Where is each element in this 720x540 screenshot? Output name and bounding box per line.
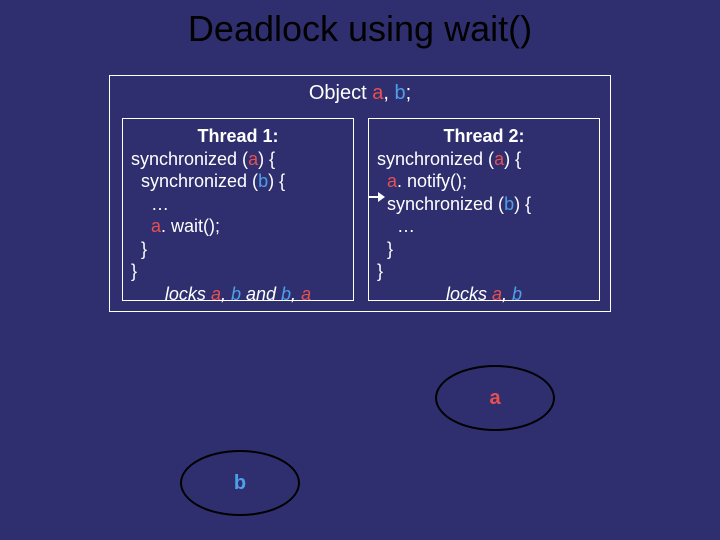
ellipse-a: a <box>435 365 555 431</box>
object-prefix: Object <box>309 82 372 104</box>
thread1-heading: Thread 1: <box>131 125 345 148</box>
object-b: b <box>394 82 405 104</box>
t2-line4: … <box>377 215 591 238</box>
object-a: a <box>372 82 383 104</box>
t1-line2: synchronized (b) { <box>131 170 345 193</box>
t1-locks: locks a, b and b, a <box>131 283 345 306</box>
thread2-heading: Thread 2: <box>377 125 591 148</box>
t1-line4: a. wait(); <box>131 215 345 238</box>
thread2-box: Thread 2: synchronized (a) { a. notify()… <box>368 118 600 301</box>
ellipse-b-label: b <box>234 472 246 495</box>
t2-line1: synchronized (a) { <box>377 148 591 171</box>
object-sep1: , <box>383 82 394 104</box>
t2-locks: locks a, b <box>377 283 591 306</box>
ellipse-b: b <box>180 450 300 516</box>
t2-line6: } <box>377 260 591 283</box>
ellipse-a-label: a <box>489 387 500 410</box>
object-suffix: ; <box>406 82 412 104</box>
t1-line6: } <box>131 260 345 283</box>
page-title: Deadlock using wait() <box>0 0 720 50</box>
t2-line2: a. notify(); <box>377 170 591 193</box>
t1-line3: … <box>131 193 345 216</box>
thread1-box: Thread 1: synchronized (a) { synchronize… <box>122 118 354 301</box>
t1-line1: synchronized (a) { <box>131 148 345 171</box>
object-declaration: Object a, b; <box>110 76 610 105</box>
t1-line5: } <box>131 238 345 261</box>
t2-line5: } <box>377 238 591 261</box>
outer-box: Object a, b; Thread 1: synchronized (a) … <box>109 75 611 312</box>
t2-line3: synchronized (b) { <box>377 193 591 216</box>
